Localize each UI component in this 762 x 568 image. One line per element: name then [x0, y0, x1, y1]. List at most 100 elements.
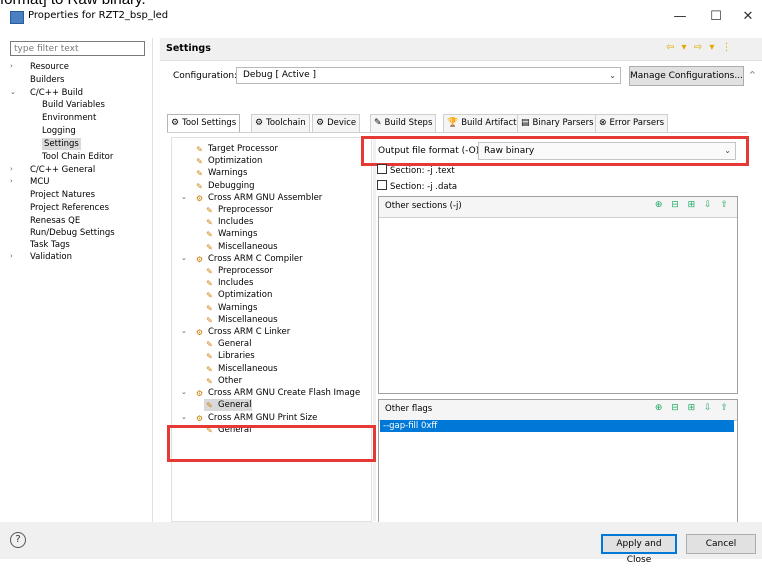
expand-arrow-icon[interactable]: ›: [10, 252, 18, 260]
highlight-create-flash-image: [167, 425, 376, 462]
tree-item-label: Miscellaneous: [218, 363, 278, 374]
tree-item[interactable]: ⚙ Cross ARM C Linker: [194, 326, 290, 338]
sidebar-item[interactable]: Logging: [42, 125, 76, 137]
tree-item[interactable]: ✎ Debugging: [194, 180, 255, 192]
expand-arrow-icon[interactable]: ⌄: [181, 388, 187, 396]
expand-arrow-icon[interactable]: ›: [10, 62, 18, 70]
sidebar-item[interactable]: Task Tags: [30, 239, 70, 251]
tree-item[interactable]: ⚙ Cross ARM GNU Assembler: [194, 192, 322, 204]
tab-label: Toolchain: [266, 118, 306, 128]
apply-and-close-button[interactable]: Apply and Close: [601, 534, 677, 565]
sidebar-item[interactable]: Build Variables: [42, 99, 105, 111]
expand-arrow-icon[interactable]: ⌄: [181, 413, 187, 421]
tree-item[interactable]: ✎ General: [204, 338, 251, 350]
option-icon: ✎: [206, 303, 213, 313]
cancel-button[interactable]: Cancel: [686, 534, 756, 554]
expand-arrow-icon[interactable]: ⌄: [10, 88, 18, 96]
app-icon: [10, 11, 24, 24]
checkbox-box[interactable]: [377, 180, 387, 190]
tab-icon: ⊗: [599, 118, 607, 128]
expand-arrow-icon[interactable]: ⌄: [181, 193, 187, 201]
option-icon: ✎: [206, 340, 213, 350]
help-icon[interactable]: ?: [10, 532, 26, 548]
tree-item-label: Cross ARM GNU Print Size: [208, 413, 318, 424]
tab-item[interactable]: ⊗ Error Parsers: [595, 114, 668, 132]
tree-item-label: Debugging: [208, 180, 255, 191]
expand-arrow-icon[interactable]: ›: [10, 177, 18, 185]
sidebar-item[interactable]: Project Natures: [30, 189, 95, 201]
sidebar-item[interactable]: Settings: [42, 138, 81, 150]
tree-item-label: General: [218, 400, 252, 411]
tree-item[interactable]: ✎ Target Processor: [194, 143, 278, 155]
tree-item[interactable]: ✎ Includes: [204, 277, 253, 289]
minimize-button[interactable]: —: [662, 6, 698, 28]
list-toolbar-icon[interactable]: ⊕ ⊟ ⊞ ⇩ ⇧: [655, 200, 731, 210]
splitter[interactable]: [152, 38, 153, 522]
option-icon: ✎: [206, 352, 213, 362]
sidebar-item[interactable]: Resource: [30, 61, 69, 73]
sidebar-item[interactable]: Tool Chain Editor: [42, 151, 113, 163]
section-text-checkbox[interactable]: Section: -j .text: [377, 164, 455, 176]
list-toolbar-icon[interactable]: ⊕ ⊟ ⊞ ⇩ ⇧: [655, 403, 731, 413]
tree-item[interactable]: ✎ Warnings: [204, 302, 257, 314]
tree-item-label: Miscellaneous: [218, 314, 278, 325]
other-sections-label: Other sections (-j): [385, 201, 462, 211]
tab-icon: ✎: [374, 118, 382, 128]
expand-arrow-icon[interactable]: ⌄: [181, 254, 187, 262]
tab-item[interactable]: ⚙ Tool Settings: [167, 114, 241, 133]
option-icon: ✎: [196, 157, 203, 167]
tree-item[interactable]: ⚙ Cross ARM GNU Print Size: [194, 412, 317, 424]
sidebar-item[interactable]: Builders: [30, 74, 65, 86]
tool-settings-tree: ✎ Target Processor ✎ Optimization ✎ Warnings ✎…: [171, 137, 372, 522]
tree-item[interactable]: ✎ Other: [204, 375, 242, 387]
sidebar-item[interactable]: C/C++ Build: [30, 87, 83, 99]
sidebar-item[interactable]: Environment: [42, 112, 96, 124]
tab-item[interactable]: 🏆 Build Artifact: [443, 114, 521, 132]
tree-item[interactable]: ✎ Preprocessor: [204, 204, 273, 216]
tree-item[interactable]: ✎ Miscellaneous: [204, 363, 278, 375]
filter-input[interactable]: [10, 41, 145, 56]
tree-item[interactable]: ✎ Warnings: [194, 167, 247, 179]
tree-item[interactable]: ✎ Miscellaneous: [204, 314, 278, 326]
sidebar-item[interactable]: Renesas QE: [30, 215, 80, 227]
tree-item[interactable]: ✎ Miscellaneous: [204, 241, 277, 253]
tree-item[interactable]: ✎ Includes: [204, 216, 253, 228]
nav-arrows-icon[interactable]: ⇦ ▾ ⇨ ▾ ⋮: [666, 42, 734, 53]
expand-arrow-icon[interactable]: ›: [10, 165, 18, 173]
config-dropdown[interactable]: Debug [ Active ] ⌄: [236, 67, 621, 84]
tree-item[interactable]: ⚙ Cross ARM GNU Create Flash Image: [194, 387, 360, 399]
tab-item[interactable]: ▤ Binary Parsers: [517, 114, 598, 132]
tab-item[interactable]: ⚙ Toolchain: [251, 114, 310, 132]
option-icon: ✎: [206, 206, 213, 215]
close-button[interactable]: ✕: [730, 6, 762, 28]
tree-item[interactable]: ✎ Optimization: [204, 289, 272, 301]
other-flags-label: Other flags: [385, 404, 433, 414]
tree-item[interactable]: ✎ Optimization: [194, 155, 262, 167]
other-flags-header: Other flags ⊕ ⊟ ⊞ ⇩ ⇧: [379, 400, 737, 421]
scroll-up-icon[interactable]: ^: [749, 70, 756, 79]
maximize-button[interactable]: ☐: [698, 6, 734, 28]
sidebar-item[interactable]: C/C++ General: [30, 164, 95, 176]
sidebar-item[interactable]: Project References: [30, 202, 109, 214]
page-title: Settings: [166, 43, 211, 54]
tree-item[interactable]: ⚙ Cross ARM C Compiler: [194, 253, 303, 265]
tree-item[interactable]: ✎ Libraries: [204, 350, 255, 362]
pane-divider[interactable]: [373, 137, 376, 521]
sidebar-item[interactable]: Run/Debug Settings: [30, 227, 115, 239]
tab-item[interactable]: ✎ Build Steps: [370, 114, 437, 132]
sidebar-item[interactable]: MCU: [30, 176, 50, 188]
section-data-checkbox[interactable]: Section: -j .data: [377, 180, 457, 192]
tree-item[interactable]: ✎ Warnings: [204, 228, 257, 240]
tree-item[interactable]: ✎ General: [204, 399, 252, 412]
tab-item[interactable]: ⚙ Device: [312, 114, 361, 132]
expand-arrow-icon[interactable]: ⌄: [181, 327, 187, 335]
tree-item-label: Preprocessor: [218, 205, 273, 215]
sidebar-item[interactable]: Validation: [30, 251, 72, 263]
checkbox-box[interactable]: [377, 164, 387, 174]
flag-item[interactable]: --gap-fill 0xff: [380, 420, 734, 432]
tree-item[interactable]: ✎ Preprocessor: [204, 265, 273, 277]
other-sections-header: Other sections (-j) ⊕ ⊟ ⊞ ⇩ ⇧: [379, 197, 737, 218]
option-icon: ✎: [196, 169, 203, 179]
option-icon: ✎: [206, 401, 213, 411]
manage-configurations-button[interactable]: Manage Configurations...: [629, 66, 744, 86]
